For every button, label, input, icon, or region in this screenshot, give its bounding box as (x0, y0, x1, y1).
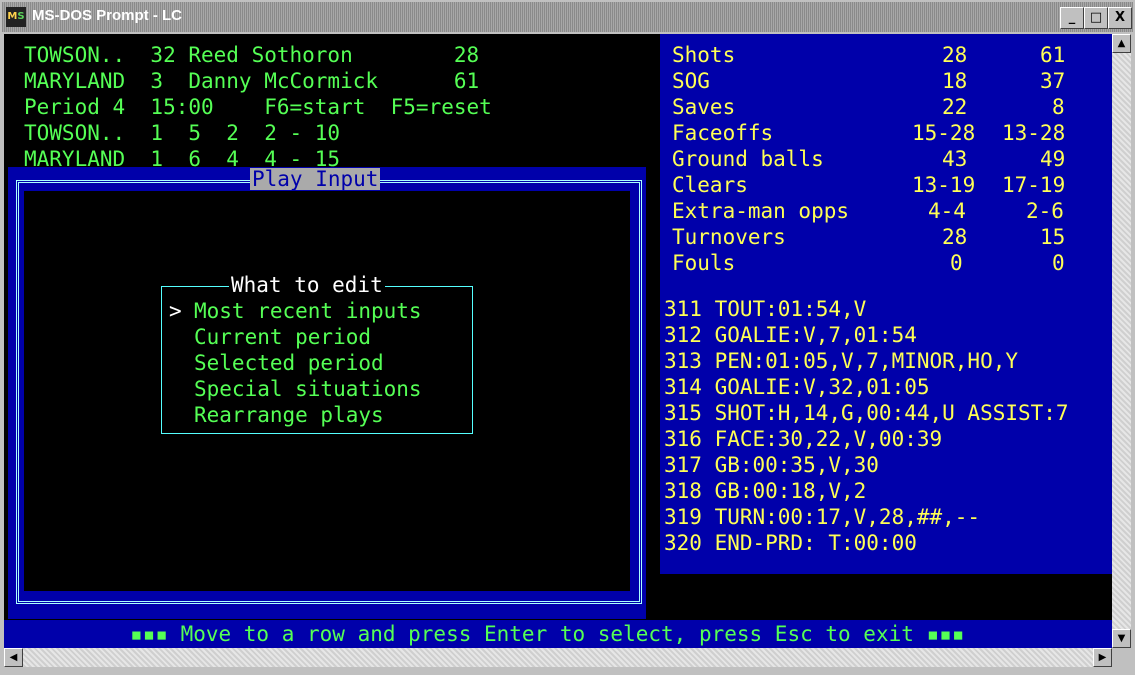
scroll-right-icon[interactable]: ▶ (1093, 648, 1112, 667)
menu-item-most-recent-inputs[interactable]: Most recent inputs (194, 298, 422, 324)
stat-away: 28 (942, 225, 968, 249)
stat-label: Ground balls (672, 147, 824, 171)
log-entry: 314 GOALIE:V,32,01:05 (664, 375, 930, 399)
horizontal-scrollbar[interactable]: ◀ ▶ (4, 648, 1112, 667)
log-entry: 311 TOUT:01:54,V (664, 297, 867, 321)
stat-away: 15-28 (912, 121, 976, 145)
menu-item-selected-period[interactable]: Selected period (194, 350, 384, 376)
msdos-icon: MS (6, 7, 26, 27)
stat-label: SOG (672, 69, 710, 93)
stat-home: 15 (1040, 225, 1066, 249)
menu-item-special-situations[interactable]: Special situations (194, 376, 422, 402)
log-entry: 320 END-PRD: T:00:00 (664, 531, 917, 555)
stat-label: Faceoffs (672, 121, 774, 145)
stat-home: 8 (1052, 95, 1065, 119)
stat-home: 37 (1040, 69, 1066, 93)
scoreboard-line: Period 4 15:00 F6=start F5=reset (24, 95, 492, 119)
stat-home: 17-19 (1002, 173, 1066, 197)
what-to-edit-title: What to edit (229, 272, 385, 298)
status-hint: ▪▪▪ Move to a row and press Enter to sel… (130, 622, 965, 646)
play-input-title: Play Input (250, 167, 381, 191)
log-entry: 312 GOALIE:V,7,01:54 (664, 323, 917, 347)
log-entry: 313 PEN:01:05,V,7,MINOR,HO,Y (664, 349, 1019, 373)
stat-home: 49 (1040, 147, 1066, 171)
window-title: MS-DOS Prompt - LC (32, 7, 182, 24)
scroll-up-icon[interactable]: ▲ (1112, 34, 1131, 53)
menu-item-current-period[interactable]: Current period (194, 324, 371, 350)
stats-panel: Shots 28 61 SOG 18 37 Saves 22 8 Faceoff… (660, 34, 1112, 574)
title-bar[interactable]: MS MS-DOS Prompt - LC _ □ X (2, 2, 1133, 32)
close-button[interactable]: X (1108, 7, 1132, 29)
scoreboard-line: TOWSON.. 1 5 2 2 - 10 (24, 121, 341, 145)
stat-away: 4-4 (928, 199, 966, 223)
stat-away: 28 (942, 43, 968, 67)
log-entry: 319 TURN:00:17,V,28,##,-- (664, 505, 981, 529)
scroll-left-icon[interactable]: ◀ (4, 648, 23, 667)
minimize-button[interactable]: _ (1060, 7, 1084, 29)
menu-cursor: > (169, 299, 182, 323)
log-entry: 316 FACE:30,22,V,00:39 (664, 427, 943, 451)
scoreboard-line: TOWSON.. 32 Reed Sothoron 28 (24, 43, 480, 67)
resize-grip-icon[interactable] (1112, 648, 1131, 667)
stat-away: 18 (942, 69, 968, 93)
stat-label: Saves (672, 95, 736, 119)
stat-label: Extra-man opps (672, 199, 850, 223)
scroll-down-icon[interactable]: ▼ (1112, 629, 1131, 648)
stat-label: Fouls (672, 251, 736, 275)
dos-window: MS MS-DOS Prompt - LC _ □ X TOWSON.. 32 … (0, 0, 1135, 675)
log-entry: 317 GB:00:35,V,30 (664, 453, 879, 477)
log-entry: 315 SHOT:H,14,G,00:44,U ASSIST:7 (664, 401, 1069, 425)
log-entry: 318 GB:00:18,V,2 (664, 479, 867, 503)
stat-home: 13-28 (1002, 121, 1066, 145)
status-bar: ▪▪▪ Move to a row and press Enter to sel… (4, 620, 1112, 648)
stat-away: 22 (942, 95, 968, 119)
menu-item-rearrange-plays[interactable]: Rearrange plays (194, 402, 384, 428)
stat-label: Turnovers (672, 225, 786, 249)
stat-label: Shots (672, 43, 736, 67)
stat-home: 2-6 (1026, 199, 1064, 223)
stat-away: 0 (950, 251, 963, 275)
maximize-button[interactable]: □ (1084, 7, 1108, 29)
stat-label: Clears (672, 173, 748, 197)
scoreboard-line: MARYLAND 3 Danny McCormick 61 (24, 69, 480, 93)
stat-home: 61 (1040, 43, 1066, 67)
dos-screen: TOWSON.. 32 Reed Sothoron 28 MARYLAND 3 … (4, 34, 1112, 648)
stat-away: 43 (942, 147, 968, 171)
stat-home: 0 (1052, 251, 1065, 275)
vertical-scrollbar[interactable]: ▲ ▼ (1112, 34, 1131, 648)
stat-away: 13-19 (912, 173, 976, 197)
